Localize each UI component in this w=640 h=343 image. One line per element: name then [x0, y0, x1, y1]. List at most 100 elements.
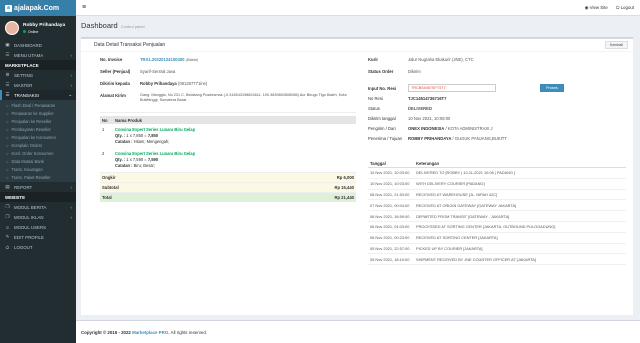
back-button[interactable]: Kembali: [605, 41, 628, 49]
logo-icon: a: [5, 4, 12, 12]
chevron-left-icon: ‹: [70, 184, 72, 190]
seller-row: Seller (Penjual) Syarif-Sentral Java: [100, 69, 356, 81]
circle-icon: ○: [6, 118, 9, 124]
seller-link[interactable]: Syarif-Sentral Java: [140, 69, 356, 74]
product-note: Hitam; Mengengah;: [133, 139, 170, 144]
sidebar: a ajalapak.Com Robby Prihandaya Online ▣…: [0, 0, 76, 343]
footer-rights: All rights reserved.: [170, 329, 208, 335]
list-icon: ☰: [5, 82, 10, 87]
submenu-item[interactable]: ○ Penawaran ke Supplier: [0, 109, 76, 117]
dikirim-label: Dikirim tanggal: [368, 116, 396, 121]
sidebar-item-label: DASHBOARD: [14, 42, 42, 48]
product-no: 2: [102, 151, 105, 156]
sidebar-item-master[interactable]: ☰ MASTER ‹: [0, 80, 76, 90]
logout-link[interactable]: ⏻ Logout: [616, 5, 634, 10]
penerima-city: / GUGUK PANJANG,BUKITT: [452, 136, 507, 141]
tracking-header: Tanggal Keterangan: [368, 159, 626, 168]
ongkir-value: Rp 6,000: [336, 175, 354, 180]
tracking-date: 06 Nov 2021, 16:59:00: [370, 213, 410, 219]
invoice-label: No. Invoice: [100, 57, 123, 62]
detail-box: Data Detail Transaksi Penjualan Kembali …: [81, 37, 633, 315]
submenu-label: Penjualan ke Konsumen: [11, 134, 56, 140]
sidebar-item-modul-users[interactable]: ☺ MODUL USERS: [0, 222, 76, 232]
tracking-row: 05 Nov 2021, 18:19:00 SHIPMENT RECEIVED B…: [368, 254, 626, 266]
footer-brand-link[interactable]: Marketplace PRO.: [132, 330, 169, 335]
submenu-item[interactable]: ○ Penjualan ke Konsumen: [0, 133, 76, 141]
submenu-item[interactable]: ○ Trans. Paket Reseller: [0, 173, 76, 181]
product-no: 1: [102, 127, 105, 132]
receiver-row: Dikirim kepada Robby Prihandaya (08126777…: [100, 81, 356, 93]
submenu-label: Flash Deal / Penawaran: [11, 102, 56, 108]
submenu-item[interactable]: ○ Konf. Order Konsumen: [0, 149, 76, 157]
submenu-label: Komplain Orders: [11, 142, 43, 148]
tracking-row: 06 Nov 2021, 01:03:00 PROCESSED AT SORTIN…: [368, 222, 626, 233]
submenu-item[interactable]: ○ Data Mutasi Bank: [0, 157, 76, 165]
list-icon: ☰: [5, 92, 10, 97]
tracking-info: DELIVERED TO [ROBBY | 10-11-2021 10:08 |…: [416, 170, 516, 176]
submenu-item[interactable]: ○ Pembayaran Reseller: [0, 125, 76, 133]
proses-button[interactable]: Proses: [540, 84, 564, 92]
page-subtitle: Control panel: [120, 24, 145, 29]
submenu-item[interactable]: ○ Trans. Keuangan: [0, 165, 76, 173]
edit-icon: ✎: [5, 234, 10, 239]
page-title-text: Dashboard: [81, 21, 118, 30]
gear-icon: ⚙: [5, 72, 10, 77]
product-note: Biru; Besar;: [133, 163, 156, 168]
dikirim-row: Dikirim tanggal 10 Nov 2021, 10:08:00: [368, 116, 626, 126]
sidebar-item-setting[interactable]: ⚙ SETTING ‹: [0, 70, 76, 80]
transaksi-submenu: ○ Flash Deal / Penawaran ○ Penawaran ke Su…: [0, 100, 76, 182]
sidebar-item-modul-berita[interactable]: ❐ MODUL BERITA ‹: [0, 202, 76, 212]
top-navbar: ≡ ◉ View Site ⏻ Logout: [76, 0, 640, 16]
resi-input-row: Input No. Resi TRCB54987SFT5T7 Proses: [368, 80, 626, 96]
tracking-row: 06 Nov 2021, 16:59:00 DEPARTED FROM TRANS…: [368, 211, 626, 222]
sidebar-item-menu-utama[interactable]: ☰ MENU UTAMA ‹: [0, 50, 76, 60]
tracking-info: PROCESSED AT SORTING CENTER [JAKARTA, OU…: [416, 224, 556, 230]
submenu-item[interactable]: ○ Komplain Orders: [0, 141, 76, 149]
subtotal-label: Subtotal: [102, 185, 119, 190]
tstatus-value: DELIVERED: [408, 106, 432, 111]
dikirim-value: 10 Nov 2021, 10:08:00: [408, 116, 451, 121]
sidebar-item-logout[interactable]: ⏻ LOGOUT: [0, 242, 76, 252]
view-site-link[interactable]: ◉ View Site: [585, 5, 608, 11]
divider: [100, 112, 356, 113]
circle-icon: ○: [6, 142, 9, 148]
tracking-date: 05 Nov 2021, 18:19:00: [370, 256, 410, 262]
address-label: Alamat Kirim: [100, 93, 126, 98]
sidebar-item-label: REPORT: [14, 184, 33, 190]
chevron-left-icon: ‹: [70, 52, 72, 58]
sidebar-item-edit-profile[interactable]: ✎ EDIT PROFILE: [0, 232, 76, 242]
ads-icon: ❐: [5, 214, 10, 219]
hamburger-icon[interactable]: ≡: [82, 4, 86, 11]
product-name[interactable]: Consina Expert Series Lunara Biru Gelap: [115, 127, 195, 132]
noresi-row: No Resi TJC14514736716T7: [368, 96, 626, 106]
tracking-info: RECEIVED AT WAREHOUSE [JL. NIPAH 42C]: [416, 191, 498, 197]
submenu-label: Trans. Paket Reseller: [11, 174, 51, 180]
menu-icon: ☰: [5, 52, 10, 57]
submenu-item[interactable]: ○ Penjualan ke Reseller: [0, 117, 76, 125]
tracking-date: 06 Nov 2021, 00:23:00: [370, 235, 410, 241]
tracking-info: RECEIVED AT ORIGIN GATEWAY [GATEWAY JAKA…: [416, 202, 517, 208]
note-label: Catatan :: [115, 163, 134, 168]
subtotal-row: Subtotal Rp 15,440: [100, 182, 356, 192]
tracking-row: 06 Nov 2021, 00:23:00 RECEIVED AT SORTING…: [368, 233, 626, 244]
submenu-item[interactable]: ○ Flash Deal / Penawaran: [0, 101, 76, 109]
page-title: Dashboard Control panel: [81, 21, 635, 32]
pengirim-label: Pengirim / Dari: [368, 126, 396, 131]
tstatus-row: Status DELIVERED: [368, 106, 626, 116]
brand-logo[interactable]: a ajalapak.Com: [0, 0, 76, 16]
pengirim-row: Pengirim / Dari ONEX INDONESIA / KOTA ADM…: [368, 126, 626, 136]
tracking-date: 10 Nov 2021, 10:03:00: [370, 181, 410, 187]
tracking-info: RECEIVED AT SORTING CENTER [JAKARTA]: [416, 235, 498, 241]
power-icon: ⏻: [5, 244, 10, 250]
circle-icon: ○: [6, 126, 9, 132]
sidebar-header-website: WEBSITE: [0, 192, 76, 202]
resi-input[interactable]: TRCB54987SFT5T7: [408, 84, 496, 92]
sidebar-item-transaksi[interactable]: ☰ TRANSAKSI ⌄: [0, 90, 76, 100]
sidebar-item-dashboard[interactable]: ▣ DASHBOARD: [0, 40, 76, 50]
tracking-row: 10 Nov 2021, 10:03:00 DELIVERED TO [ROBBY…: [368, 168, 626, 179]
sidebar-item-report[interactable]: ▤ REPORT ‹: [0, 182, 76, 192]
subtotal-value: Rp 15,440: [334, 185, 354, 190]
product-name[interactable]: Consina Expert Series Lunara Biru Gelap: [115, 151, 195, 156]
sidebar-item-modul-iklan[interactable]: ❐ MODUL IKLAN ‹: [0, 212, 76, 222]
noresi-value: TJC14514736716T7: [408, 96, 447, 101]
